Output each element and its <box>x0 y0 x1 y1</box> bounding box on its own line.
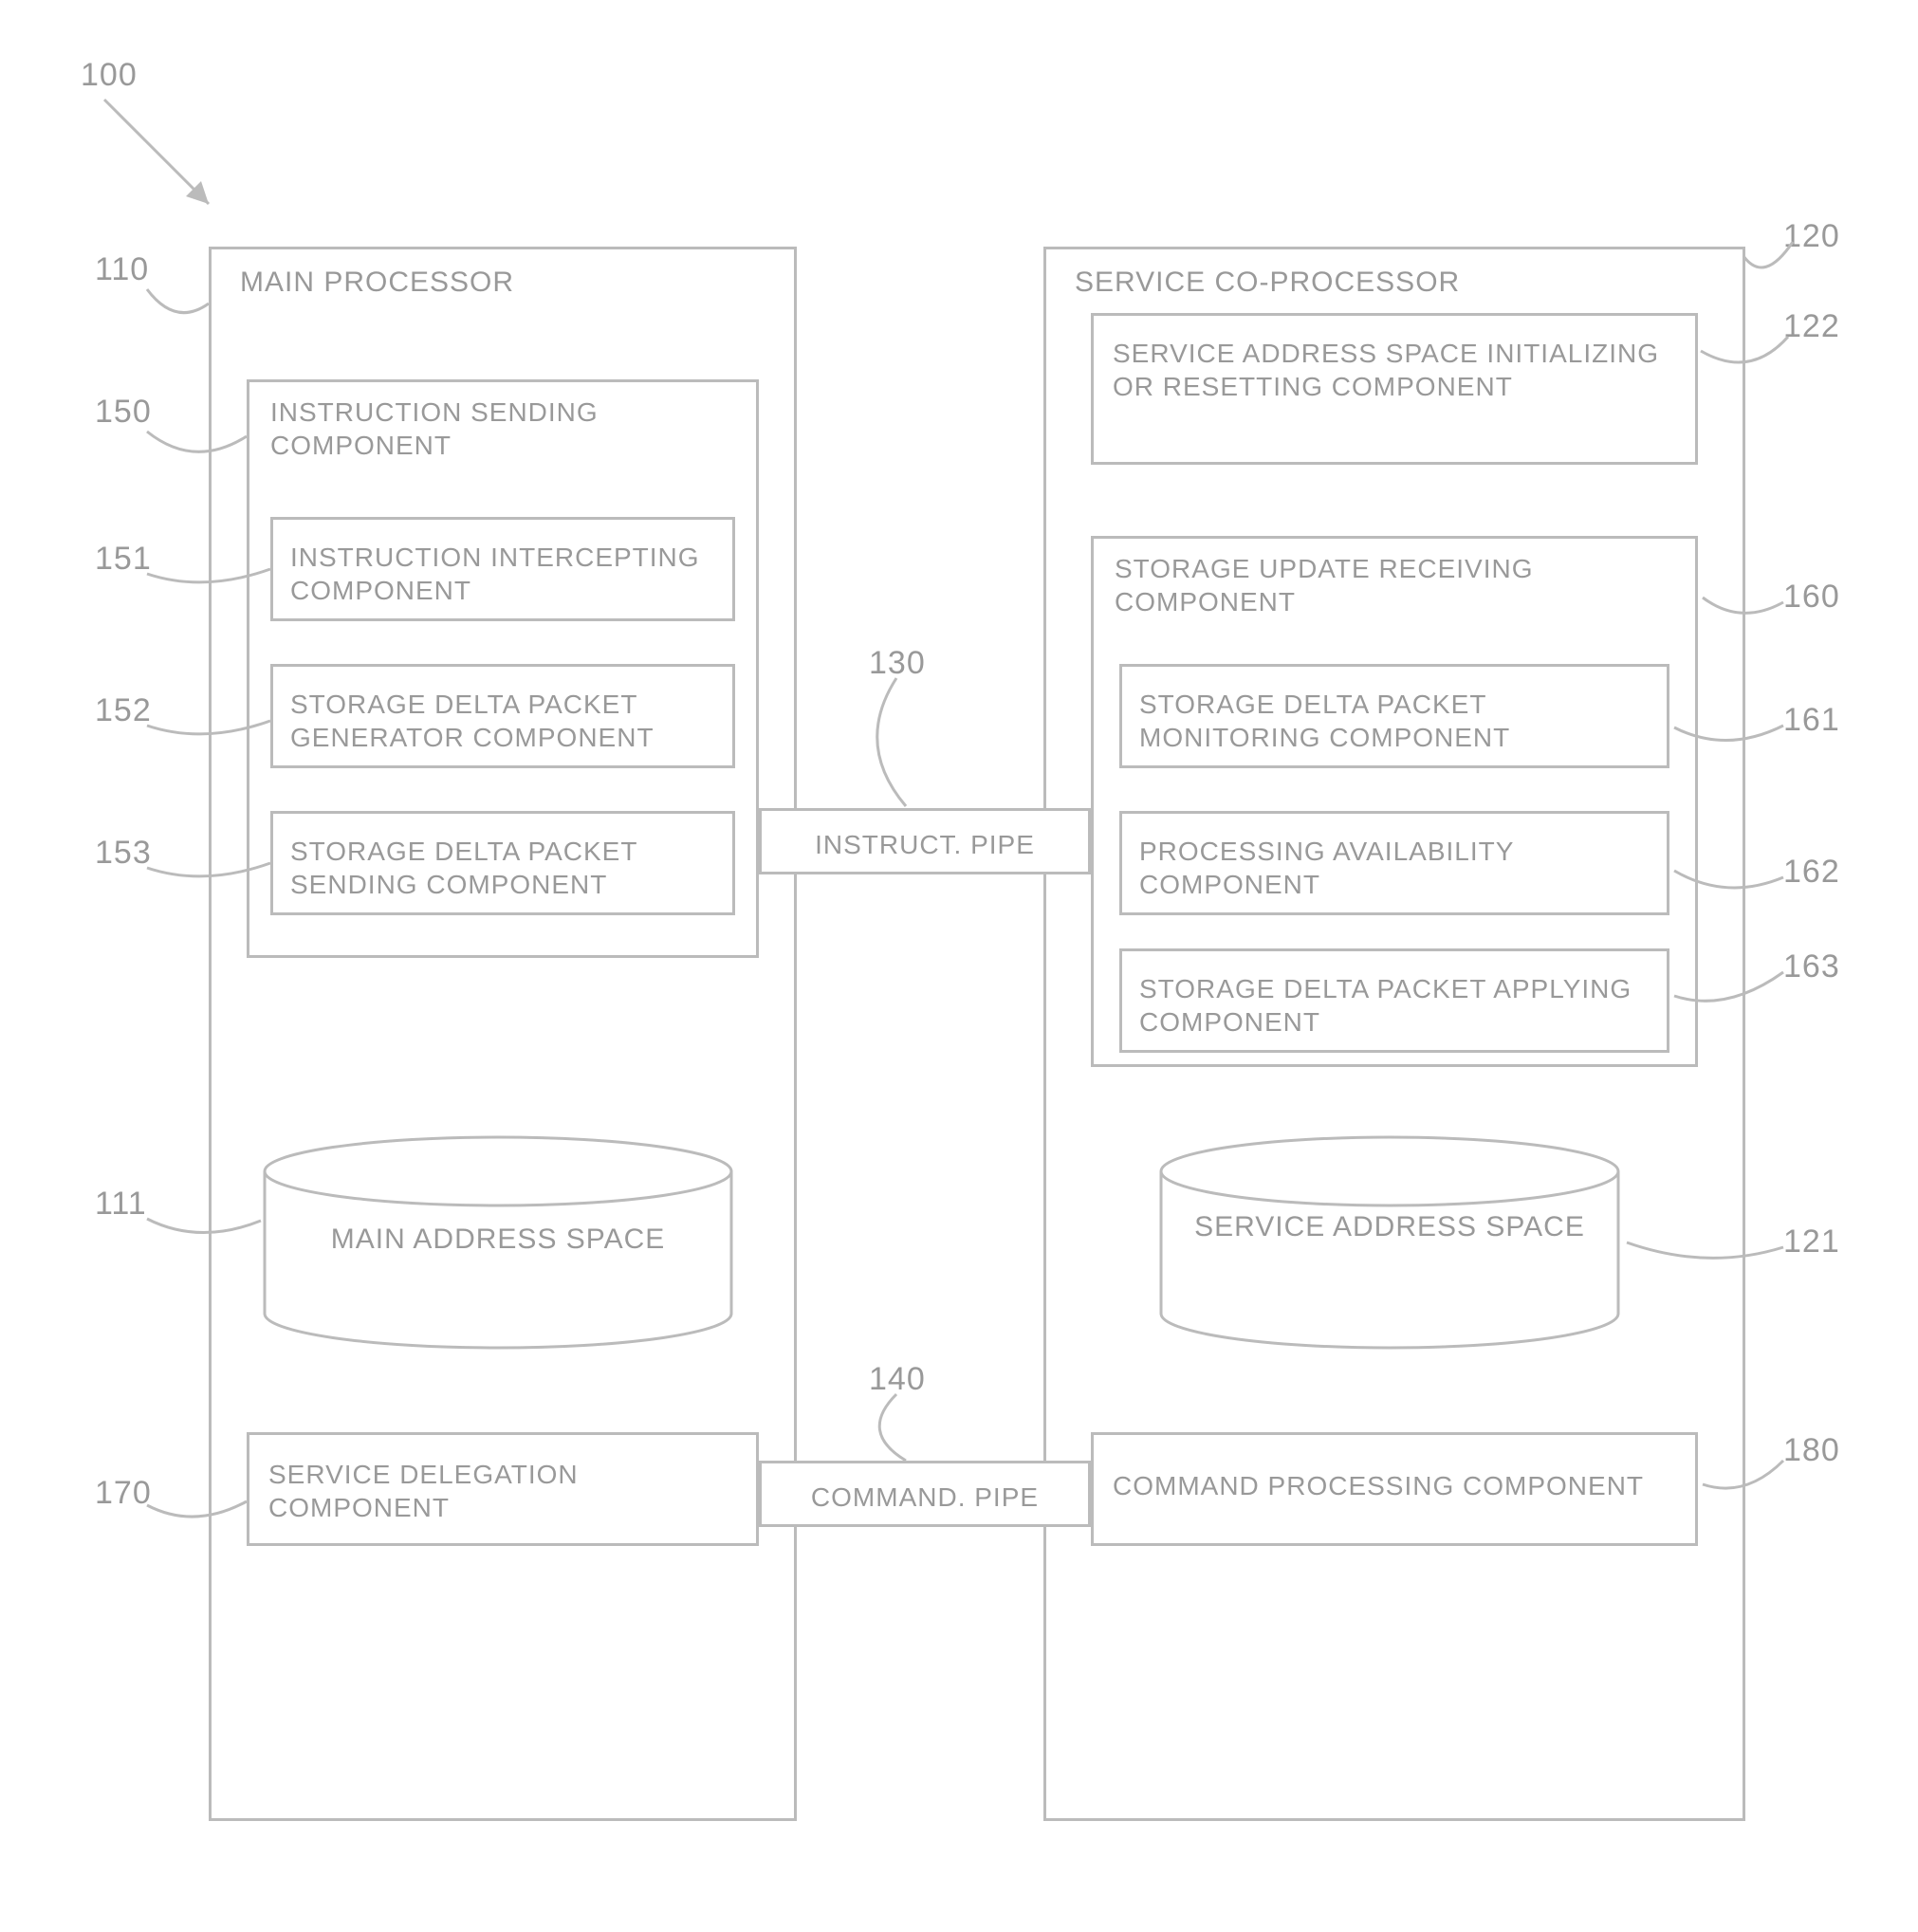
ref-111: 111 <box>95 1186 147 1223</box>
processing-availability-component: PROCESSING AVAILABILITY COMPONENT <box>1119 811 1669 915</box>
lead-140 <box>863 1394 930 1475</box>
storage-delta-packet-applying-component: STORAGE DELTA PACKET APPLYING COMPONENT <box>1119 948 1669 1053</box>
main-address-space-cylinder: MAIN ADDRESS SPACE <box>261 1133 735 1352</box>
ref-153: 153 <box>95 835 152 872</box>
lead-161 <box>1669 716 1793 759</box>
ref-152: 152 <box>95 692 152 729</box>
lead-151 <box>147 560 285 602</box>
ref-170: 170 <box>95 1475 152 1512</box>
lead-150 <box>147 427 261 479</box>
storage-delta-packet-generator-component: STORAGE DELTA PACKET GENERATOR COMPONENT <box>270 664 735 768</box>
lead-110 <box>147 285 223 337</box>
lead-121 <box>1622 1233 1793 1276</box>
ref-140: 140 <box>869 1361 926 1398</box>
ref-151: 151 <box>95 541 152 578</box>
ref-110: 110 <box>95 251 149 288</box>
lead-122 <box>1693 337 1798 389</box>
service-address-space-cylinder: SERVICE ADDRESS SPACE <box>1157 1133 1622 1352</box>
command-processing-component: COMMAND PROCESSING COMPONENT <box>1091 1432 1698 1546</box>
lead-111 <box>147 1209 275 1252</box>
lead-152 <box>147 711 285 754</box>
figure-ref-arrow <box>95 90 256 256</box>
lead-130 <box>863 678 930 816</box>
main-processor-title: MAIN PROCESSOR <box>240 267 514 299</box>
ref-130: 130 <box>869 645 926 682</box>
storage-delta-packet-sending-component: STORAGE DELTA PACKET SENDING COMPONENT <box>270 811 735 915</box>
main-address-space-label: MAIN ADDRESS SPACE <box>261 1224 735 1256</box>
service-delegation-component: SERVICE DELEGATION COMPONENT <box>247 1432 759 1546</box>
lead-153 <box>147 854 285 896</box>
service-coprocessor-title: SERVICE CO-PROCESSOR <box>1075 267 1460 299</box>
lead-163 <box>1669 967 1793 1020</box>
storage-update-receiving-title: STORAGE UPDATE RECEIVING COMPONENT <box>1115 552 1589 618</box>
ref-150: 150 <box>95 394 152 431</box>
lead-170 <box>147 1494 261 1536</box>
service-address-space-init-component: SERVICE ADDRESS SPACE INITIALIZING OR RE… <box>1091 313 1698 465</box>
lead-180 <box>1698 1456 1793 1508</box>
lead-160 <box>1698 588 1793 631</box>
instruction-sending-title: INSTRUCTION SENDING COMPONENT <box>270 396 716 462</box>
lead-162 <box>1669 863 1793 906</box>
storage-delta-packet-monitoring-component: STORAGE DELTA PACKET MONITORING COMPONEN… <box>1119 664 1669 768</box>
lead-120 <box>1736 242 1802 294</box>
instruction-intercepting-component: INSTRUCTION INTERCEPTING COMPONENT <box>270 517 735 621</box>
ref-100: 100 <box>81 57 138 94</box>
instruct-pipe: INSTRUCT. PIPE <box>759 808 1091 874</box>
service-address-space-label: SERVICE ADDRESS SPACE <box>1157 1211 1622 1243</box>
